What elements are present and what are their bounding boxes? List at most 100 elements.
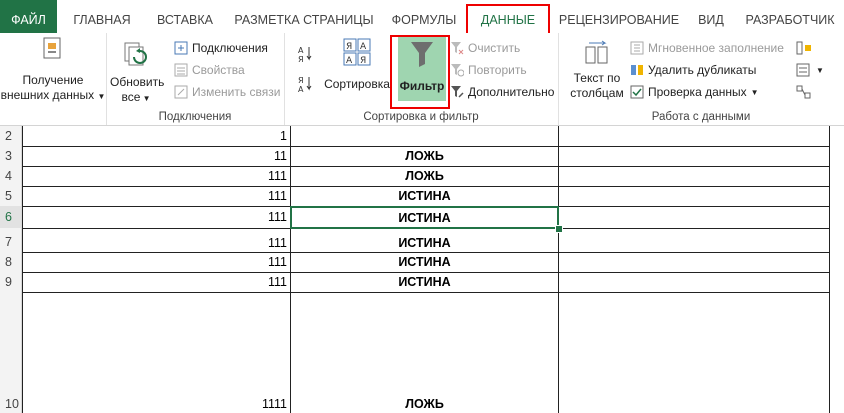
tab-file[interactable]: ФАЙЛ [0, 0, 57, 33]
row-header-10-label: 10 [5, 397, 19, 411]
row-header-9[interactable]: 9 [0, 272, 22, 292]
cell-a10-value: 1111 [261, 397, 287, 411]
sort-za-icon: ЯA [298, 76, 312, 93]
remove-duplicates-icon [631, 65, 643, 75]
cell-b8[interactable]: ИСТИНА [291, 253, 558, 272]
refresh-icon [124, 42, 147, 66]
cell-b7[interactable]: ИСТИНА [291, 229, 558, 252]
cell-b9[interactable]: ИСТИНА [291, 273, 558, 292]
get-external-data-line1: Получение [22, 73, 84, 87]
get-external-data-button[interactable]: Получение внешних данных ▼ [0, 35, 106, 104]
sort-az-button[interactable]: AЯ [298, 45, 312, 63]
what-if-button[interactable]: ▼ [796, 61, 824, 79]
tab-review[interactable]: РЕЦЕНЗИРОВАНИЕ [554, 0, 684, 33]
group-label-sort-filter: Сортировка и фильтр [363, 111, 479, 123]
cell-a9[interactable]: 111 [23, 273, 287, 292]
row-header-7[interactable]: 7 [0, 228, 22, 252]
sort-dialog-icon: Я AA Я [343, 38, 371, 66]
text-to-columns-icon [585, 40, 608, 64]
cell-b10[interactable]: ЛОЖЬ [291, 293, 558, 413]
filter-highlight [390, 35, 450, 109]
cell-a8[interactable]: 111 [23, 253, 287, 272]
remove-duplicates-button[interactable]: Удалить дубликаты [630, 61, 756, 79]
connections-label: Подключения [192, 41, 268, 55]
advanced-filter-icon [451, 86, 464, 98]
cell-a7[interactable]: 111 [23, 229, 287, 252]
data-validation-label: Проверка данных [648, 85, 747, 99]
refresh-line2: все ▼ [121, 90, 151, 104]
worksheet-grid[interactable]: 2 3 4 5 6 7 8 9 10 1 11 111 111 111 111 … [0, 126, 844, 413]
data-tab-highlight [466, 4, 550, 36]
chevron-down-icon: ▼ [816, 65, 824, 75]
data-validation-button[interactable]: Проверка данных ▼ [630, 83, 759, 101]
connections-button[interactable]: Подключения [174, 39, 268, 57]
cell-a10[interactable]: 1111 [23, 293, 287, 413]
svg-text:Я: Я [298, 76, 304, 85]
row-header-6[interactable]: 6 [0, 206, 22, 228]
cell-b4[interactable]: ЛОЖЬ [291, 167, 558, 186]
tab-page-layout[interactable]: РАЗМЕТКА СТРАНИЦЫ [228, 0, 380, 33]
group-label-data-tools: Работа с данными [651, 111, 751, 123]
relationships-button[interactable] [796, 83, 812, 101]
row-header-8[interactable]: 8 [0, 252, 22, 272]
cell-b6-selected[interactable]: ИСТИНА [290, 206, 559, 229]
consolidate-button[interactable] [796, 39, 812, 57]
reapply-button[interactable]: Повторить [450, 61, 527, 79]
text-to-columns-button[interactable]: Текст по столбцам [568, 39, 626, 101]
flash-fill-icon [630, 41, 644, 55]
svg-text:A: A [298, 85, 304, 93]
flash-fill-label: Мгновенное заполнение [648, 41, 784, 55]
row-header-4[interactable]: 4 [0, 166, 22, 186]
clear-filter-icon [451, 42, 464, 55]
chevron-down-icon: ▼ [750, 87, 759, 97]
chevron-down-icon: ▼ [140, 94, 151, 103]
advanced-filter-button[interactable]: Дополнительно [450, 83, 554, 101]
svg-text:Я: Я [346, 42, 352, 52]
row-header-3[interactable]: 3 [0, 146, 22, 166]
sort-button[interactable]: ЯAAЯ Сортировка [324, 37, 390, 92]
grid-line [829, 126, 830, 413]
reapply-label: Повторить [468, 63, 527, 77]
row-header-5[interactable]: 5 [0, 186, 22, 206]
svg-text:Я: Я [360, 56, 366, 66]
cell-a3[interactable]: 11 [23, 147, 287, 166]
sort-label: Сортировка [324, 77, 390, 91]
row-header-2[interactable]: 2 [0, 126, 22, 146]
flash-fill-button[interactable]: Мгновенное заполнение [630, 39, 784, 57]
edit-links-icon [174, 85, 188, 99]
sort-za-button[interactable]: ЯA [298, 75, 312, 93]
remove-duplicates-label: Удалить дубликаты [648, 63, 757, 77]
ribbon-tab-bar: ФАЙЛ ГЛАВНАЯ ВСТАВКА РАЗМЕТКА СТРАНИЦЫ Ф… [0, 0, 844, 33]
cell-b5[interactable]: ИСТИНА [291, 187, 558, 206]
clear-filter-button[interactable]: Очистить [450, 39, 520, 57]
svg-text:A: A [346, 56, 353, 66]
ribbon: Получение внешних данных ▼ Обновить все … [0, 33, 844, 126]
reapply-icon [451, 64, 464, 77]
refresh-line1: Обновить [110, 75, 165, 89]
cell-a4[interactable]: 111 [23, 167, 287, 186]
text-to-columns-line2: столбцам [570, 86, 624, 100]
cell-b10-value: ЛОЖЬ [405, 397, 444, 411]
refresh-all-button[interactable]: Обновить все ▼ [110, 41, 165, 106]
cell-a2[interactable]: 1 [23, 127, 287, 146]
tab-view[interactable]: ВИД [690, 0, 732, 33]
row-header-10[interactable]: 10 [0, 292, 22, 413]
sort-az-icon: AЯ [298, 46, 312, 63]
properties-button[interactable]: Свойства [174, 61, 245, 79]
cell-b3[interactable]: ЛОЖЬ [291, 147, 558, 166]
what-if-icon [796, 63, 810, 77]
tab-developer[interactable]: РАЗРАБОТЧИК [740, 0, 840, 33]
data-validation-icon [630, 85, 644, 99]
connections-icon [174, 41, 188, 55]
tab-home[interactable]: ГЛАВНАЯ [62, 0, 142, 33]
edit-links-button[interactable]: Изменить связи [174, 83, 280, 101]
cell-b2[interactable] [291, 127, 558, 146]
group-label-connections: Подключения [158, 111, 232, 123]
cell-a5[interactable]: 111 [23, 187, 287, 206]
tab-insert[interactable]: ВСТАВКА [148, 0, 222, 33]
cell-a6[interactable]: 111 [23, 207, 287, 228]
tab-formulas[interactable]: ФОРМУЛЫ [386, 0, 462, 33]
group-connections: Обновить все ▼ Подключения Свойства Изме… [106, 33, 285, 125]
text-to-columns-line1: Текст по [573, 71, 621, 85]
properties-icon [174, 63, 188, 77]
